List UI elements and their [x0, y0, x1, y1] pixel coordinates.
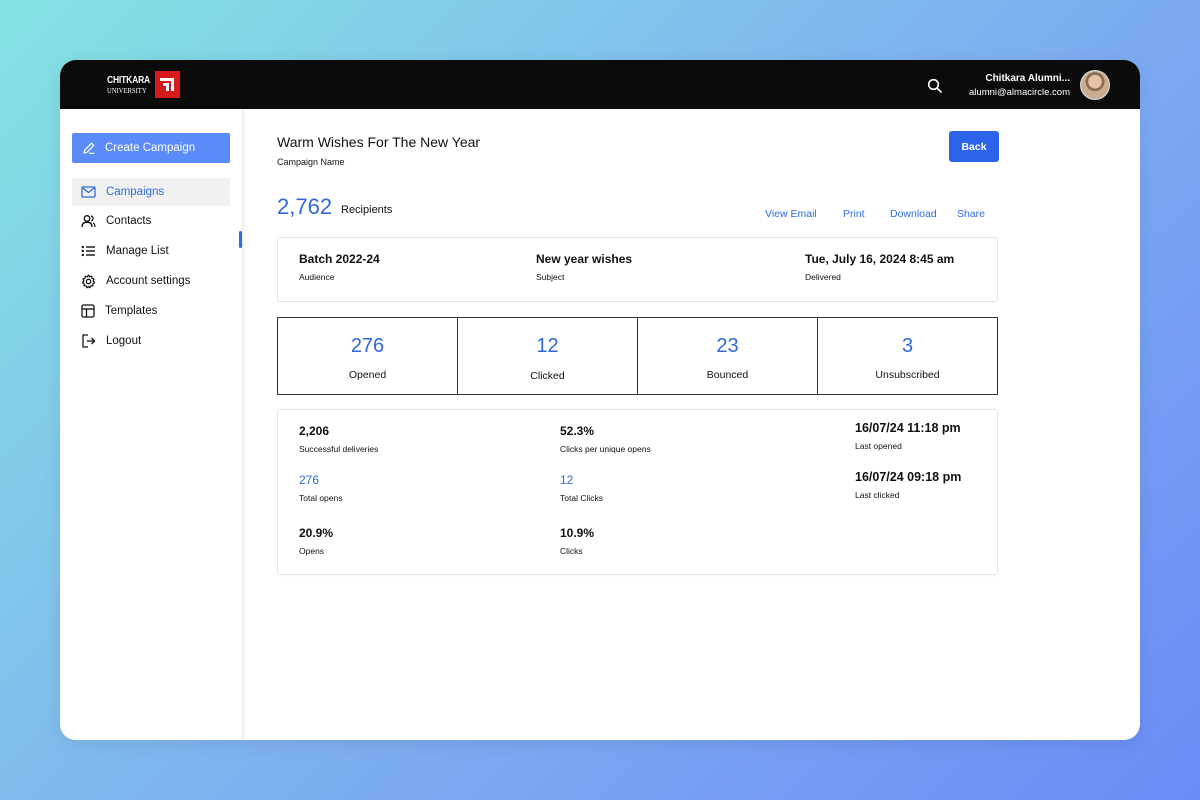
- recipients-label: Recipients: [341, 204, 393, 216]
- successful-deliveries-value: 2,206: [299, 424, 330, 438]
- app-window: CHITKARA UNIVERSITY Chitkara Alumni... a…: [60, 60, 1140, 740]
- stat-label: Opened: [348, 369, 387, 381]
- university-logo[interactable]: CHITKARA UNIVERSITY: [107, 71, 181, 98]
- download-link[interactable]: Download: [890, 208, 937, 220]
- campaign-subtitle: Campaign Name: [277, 157, 345, 167]
- total-clicks-value: 12: [560, 473, 574, 487]
- stat-label: Unsubscribed: [875, 369, 940, 381]
- stat-clicked: 12 Clicked: [457, 317, 638, 395]
- list-icon: [81, 245, 95, 257]
- share-link[interactable]: Share: [957, 208, 985, 220]
- user-email: alumni@almacircle.com: [969, 87, 1070, 98]
- print-link[interactable]: Print: [843, 208, 865, 220]
- sidebar-item-label: Manage List: [106, 245, 169, 257]
- create-campaign-label: Create Campaign: [105, 142, 196, 154]
- logo-line2: UNIVERSITY: [107, 86, 147, 95]
- sidebar-item-label: Logout: [106, 335, 142, 347]
- total-opens-label: Total opens: [299, 493, 343, 503]
- view-email-link[interactable]: View Email: [765, 208, 817, 220]
- campaign-info-card: Batch 2022-24 Audience New year wishes S…: [277, 237, 998, 302]
- sidebar-item-templates[interactable]: Templates: [72, 297, 230, 325]
- sidebar-item-label: Account settings: [106, 275, 191, 287]
- stat-value: 3: [901, 335, 914, 357]
- sidebar-item-account-settings[interactable]: Account settings: [72, 267, 230, 295]
- campaign-title: Warm Wishes For The New Year: [277, 134, 481, 150]
- pencil-icon: [83, 142, 95, 154]
- total-clicks-label: Total Clicks: [560, 493, 603, 503]
- sidebar-item-label: Contacts: [106, 215, 152, 227]
- delivered-label: Delivered: [805, 272, 841, 282]
- stats-row: 276 Opened 12 Clicked 23 Bounced 3 Unsub…: [277, 317, 998, 395]
- last-clicked-value: 16/07/24 09:18 pm: [855, 470, 962, 484]
- back-button[interactable]: Back: [949, 131, 999, 162]
- opens-rate-value: 20.9%: [299, 526, 334, 540]
- audience-value: Batch 2022-24: [299, 252, 380, 266]
- audience-label: Audience: [299, 272, 335, 282]
- sidebar-item-contacts[interactable]: Contacts: [72, 207, 230, 235]
- sidebar: Create Campaign Campaigns Contacts Manag…: [60, 109, 243, 740]
- top-bar: CHITKARA UNIVERSITY Chitkara Alumni... a…: [60, 60, 1140, 109]
- logo-emblem-icon: [155, 71, 180, 98]
- clicks-per-unique-value: 52.3%: [560, 424, 595, 438]
- recipients-count: 2,762: [277, 194, 333, 219]
- last-clicked-label: Last clicked: [855, 490, 900, 500]
- stat-unsubscribed: 3 Unsubscribed: [817, 317, 998, 395]
- opens-rate-label: Opens: [299, 546, 325, 556]
- create-campaign-button[interactable]: Create Campaign: [72, 133, 230, 163]
- delivery-details-card: 2,206 Successful deliveries 276 Total op…: [277, 409, 998, 575]
- sidebar-item-logout[interactable]: Logout: [72, 327, 230, 355]
- gear-icon: [81, 273, 96, 288]
- user-name[interactable]: Chitkara Alumni...: [985, 73, 1070, 84]
- search-icon[interactable]: [927, 78, 943, 94]
- stat-label: Bounced: [706, 369, 749, 381]
- subject-label: Subject: [536, 272, 565, 282]
- stat-bounced: 23 Bounced: [637, 317, 818, 395]
- logout-icon: [82, 334, 96, 348]
- sidebar-item-label: Templates: [105, 305, 158, 317]
- delivered-value: Tue, July 16, 2024 8:45 am: [805, 252, 955, 266]
- template-icon: [81, 304, 95, 318]
- last-opened-label: Last opened: [855, 441, 902, 451]
- stat-label: Clicked: [530, 370, 565, 382]
- stat-value: 23: [716, 335, 739, 357]
- stat-value: 12: [536, 335, 559, 357]
- logo-line1: CHITKARA: [107, 75, 151, 86]
- clicks-per-unique-label: Clicks per unique opens: [560, 444, 651, 454]
- avatar[interactable]: [1080, 70, 1110, 100]
- last-opened-value: 16/07/24 11:18 pm: [855, 421, 961, 435]
- sidebar-item-campaigns[interactable]: Campaigns: [72, 178, 230, 206]
- total-opens-value: 276: [299, 473, 320, 487]
- sidebar-item-manage-list[interactable]: Manage List: [72, 237, 230, 265]
- users-icon: [81, 215, 96, 228]
- active-indicator: [239, 231, 242, 248]
- successful-deliveries-label: Successful deliveries: [299, 444, 379, 454]
- stat-opened: 276 Opened: [277, 317, 458, 395]
- clicks-rate-label: Clicks: [560, 546, 583, 556]
- mail-icon: [81, 186, 96, 198]
- stat-value: 276: [350, 335, 385, 357]
- sidebar-item-label: Campaigns: [106, 186, 165, 198]
- subject-value: New year wishes: [536, 252, 633, 266]
- clicks-rate-value: 10.9%: [560, 526, 595, 540]
